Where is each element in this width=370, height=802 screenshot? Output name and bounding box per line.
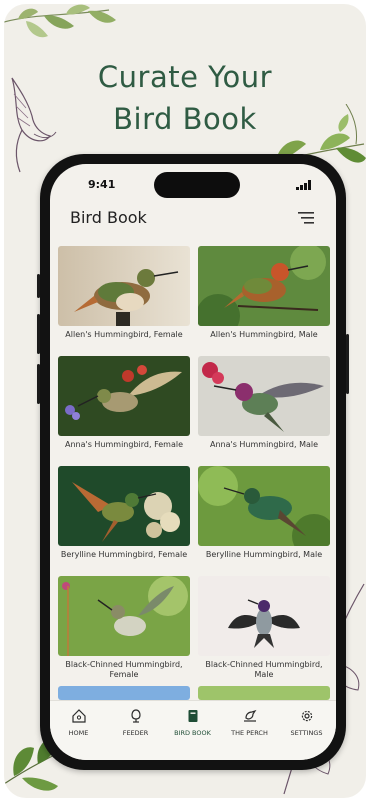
- promo-card: Curate Your Bird Book 9:41 Bird Book All…: [4, 4, 366, 798]
- headline-line-2: Bird Book: [113, 102, 257, 136]
- bird-caption: Allen's Hummingbird, Male: [210, 330, 318, 339]
- tab-feeder[interactable]: FEEDER: [107, 709, 164, 737]
- bird-photo: [198, 466, 330, 546]
- phone-power-button: [346, 334, 349, 394]
- bird-card[interactable]: Anna's Hummingbird, Female: [58, 356, 190, 450]
- headline: Curate Your Bird Book: [4, 56, 366, 140]
- bird-photo: [198, 246, 330, 326]
- bird-card[interactable]: Berylline Hummingbird, Female: [58, 466, 190, 560]
- leaf-decoration-top-left: [4, 4, 116, 38]
- bird-photo: [58, 356, 190, 436]
- bird-card[interactable]: Anna's Hummingbird, Male: [198, 356, 330, 450]
- bird-photo: [58, 466, 190, 546]
- feeder-icon: [130, 709, 141, 723]
- home-icon: [71, 709, 86, 723]
- bird-card[interactable]: Black-Chinned Hummingbird, Female: [58, 576, 190, 680]
- bird-card[interactable]: Allen's Hummingbird, Male: [198, 246, 330, 340]
- status-time: 9:41: [88, 178, 116, 191]
- bird-caption: Berylline Hummingbird, Male: [205, 550, 323, 559]
- signal-icon: [296, 180, 311, 190]
- bird-photo: [58, 246, 190, 326]
- tab-bird-book-label: BIRD BOOK: [174, 729, 211, 737]
- tab-the-perch[interactable]: THE PERCH: [221, 709, 278, 737]
- bird-caption: Berylline Hummingbird, Female: [60, 550, 188, 559]
- gear-icon: [301, 710, 312, 722]
- tab-the-perch-label: THE PERCH: [231, 729, 268, 737]
- bird-card[interactable]: [198, 686, 330, 700]
- tab-bird-book[interactable]: BIRD BOOK: [164, 709, 221, 737]
- bird-card[interactable]: Black-Chinned Hummingbird, Male: [198, 576, 330, 680]
- bird-photo: [198, 686, 330, 700]
- dynamic-island: [154, 172, 240, 198]
- bird-caption: Anna's Hummingbird, Male: [209, 440, 319, 449]
- bird-photo: [198, 356, 330, 436]
- bird-card[interactable]: Allen's Hummingbird, Female: [58, 246, 190, 340]
- phone-screen: 9:41 Bird Book Allen's Hummingbird, Fema…: [50, 164, 336, 760]
- bird-caption: Black-Chinned Hummingbird, Female: [65, 660, 183, 679]
- tab-bar: HOME FEEDER BIRD BOOK THE PERCH SETTINGS: [50, 700, 336, 760]
- bird-photo: [58, 576, 190, 656]
- bird-photo: [198, 576, 330, 656]
- bird-photo: [58, 686, 190, 700]
- tab-settings-label: SETTINGS: [290, 729, 323, 737]
- headline-line-1: Curate Your: [97, 60, 273, 94]
- tab-feeder-label: FEEDER: [122, 729, 149, 737]
- bird-card[interactable]: Berylline Hummingbird, Male: [198, 466, 330, 560]
- tab-settings[interactable]: SETTINGS: [278, 709, 335, 737]
- bird-grid[interactable]: Allen's Hummingbird, Female Allen's Humm…: [58, 246, 330, 700]
- perch-icon: [243, 709, 256, 722]
- phone-side-button: [37, 274, 40, 298]
- bird-card[interactable]: [58, 686, 190, 700]
- menu-icon[interactable]: [298, 212, 314, 224]
- phone-frame: 9:41 Bird Book Allen's Hummingbird, Fema…: [37, 154, 349, 770]
- tab-home-label: HOME: [68, 729, 89, 737]
- phone-volume-up: [37, 314, 40, 354]
- bird-caption: Anna's Hummingbird, Female: [64, 440, 183, 449]
- phone-volume-down: [37, 364, 40, 404]
- bird-caption: Allen's Hummingbird, Female: [65, 330, 183, 339]
- bird-caption: Black-Chinned Hummingbird, Male: [205, 660, 323, 679]
- page-title: Bird Book: [70, 208, 147, 227]
- book-icon: [188, 710, 197, 722]
- tab-home[interactable]: HOME: [50, 709, 107, 737]
